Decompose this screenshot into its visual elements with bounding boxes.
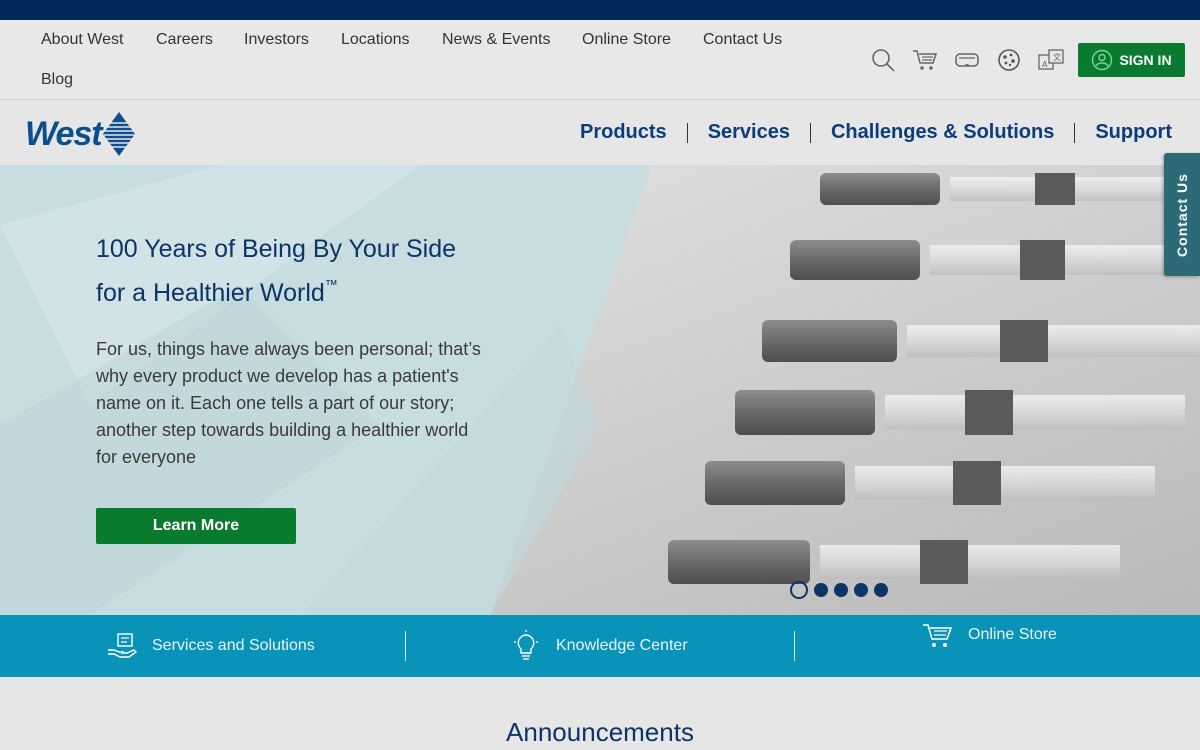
- util-link-investors[interactable]: Investors: [244, 31, 309, 49]
- carousel-dots: [790, 581, 888, 599]
- util-link-careers[interactable]: Careers: [156, 31, 213, 49]
- util-link-about[interactable]: About West: [41, 31, 123, 49]
- hero-carousel: 100 Years of Being By Your Side for a He…: [0, 165, 1200, 615]
- carousel-dot-4[interactable]: [854, 583, 868, 597]
- logo-diamond-icon: [102, 112, 135, 156]
- lightbulb-icon: [514, 630, 538, 660]
- nav-support[interactable]: Support: [1075, 121, 1172, 144]
- sign-in-button[interactable]: SIGN IN: [1078, 43, 1185, 77]
- announcements-heading: Announcements: [506, 717, 694, 747]
- nav-products[interactable]: Products: [560, 121, 687, 144]
- utility-icons: A文 SIGN IN: [862, 42, 1185, 78]
- user-icon: [1092, 49, 1113, 71]
- search-icon[interactable]: [862, 42, 904, 78]
- translate-icon[interactable]: A文: [1030, 42, 1072, 78]
- quick-link-divider: [794, 631, 795, 661]
- logo-text: West: [25, 114, 103, 153]
- util-link-blog[interactable]: Blog: [41, 71, 73, 89]
- contact-us-side-tab[interactable]: Contact Us: [1164, 153, 1200, 276]
- vr-headset-icon[interactable]: [946, 42, 988, 78]
- nav-challenges-solutions[interactable]: Challenges & Solutions: [811, 121, 1074, 144]
- quick-link-divider: [405, 631, 406, 661]
- hero-title-line2: for a Healthier World: [96, 279, 325, 307]
- util-link-online-store[interactable]: Online Store: [582, 31, 671, 49]
- learn-more-button[interactable]: Learn More: [96, 508, 296, 544]
- quick-link-online-store[interactable]: Online Store: [922, 619, 1057, 651]
- carousel-dot-3[interactable]: [834, 583, 848, 597]
- main-navigation: West Products Services Challenges & Solu…: [0, 101, 1200, 165]
- sign-in-label: SIGN IN: [1119, 52, 1172, 68]
- quick-link-services-solutions[interactable]: Services and Solutions: [106, 630, 315, 662]
- hand-service-icon: [108, 633, 138, 658]
- quick-links-bar: Services and Solutions Knowledge Center …: [0, 615, 1200, 677]
- carousel-dot-1[interactable]: [790, 581, 808, 599]
- quick-link-label: Online Store: [968, 626, 1057, 643]
- quick-link-label: Knowledge Center: [556, 637, 688, 654]
- quick-link-knowledge-center[interactable]: Knowledge Center: [510, 630, 688, 662]
- hero-description: For us, things have always been personal…: [96, 339, 481, 467]
- utility-bar: About West Careers Investors Locations N…: [0, 20, 1200, 100]
- trademark-mark: ™: [324, 277, 338, 292]
- svg-text:文: 文: [1053, 52, 1061, 62]
- hero-title: 100 Years of Being By Your Side for a He…: [96, 231, 496, 311]
- contact-tab-label: Contact Us: [1174, 172, 1190, 257]
- announcements-section: Announcements: [0, 677, 1200, 750]
- svg-text:A: A: [1042, 60, 1048, 69]
- cookie-icon[interactable]: [988, 42, 1030, 78]
- util-link-contact-us[interactable]: Contact Us: [703, 31, 782, 49]
- util-link-news-events[interactable]: News & Events: [442, 31, 550, 49]
- cart-icon: [923, 624, 953, 647]
- cart-icon[interactable]: [904, 42, 946, 78]
- top-accent-bar: [0, 0, 1200, 20]
- carousel-dot-2[interactable]: [814, 583, 828, 597]
- carousel-dot-5[interactable]: [874, 583, 888, 597]
- hero-title-line1: 100 Years of Being By Your Side: [96, 235, 457, 263]
- util-link-locations[interactable]: Locations: [341, 31, 410, 49]
- primary-nav: Products Services Challenges & Solutions…: [560, 121, 1172, 144]
- quick-link-label: Services and Solutions: [152, 637, 315, 654]
- nav-services[interactable]: Services: [688, 121, 810, 144]
- west-logo[interactable]: West: [25, 111, 136, 157]
